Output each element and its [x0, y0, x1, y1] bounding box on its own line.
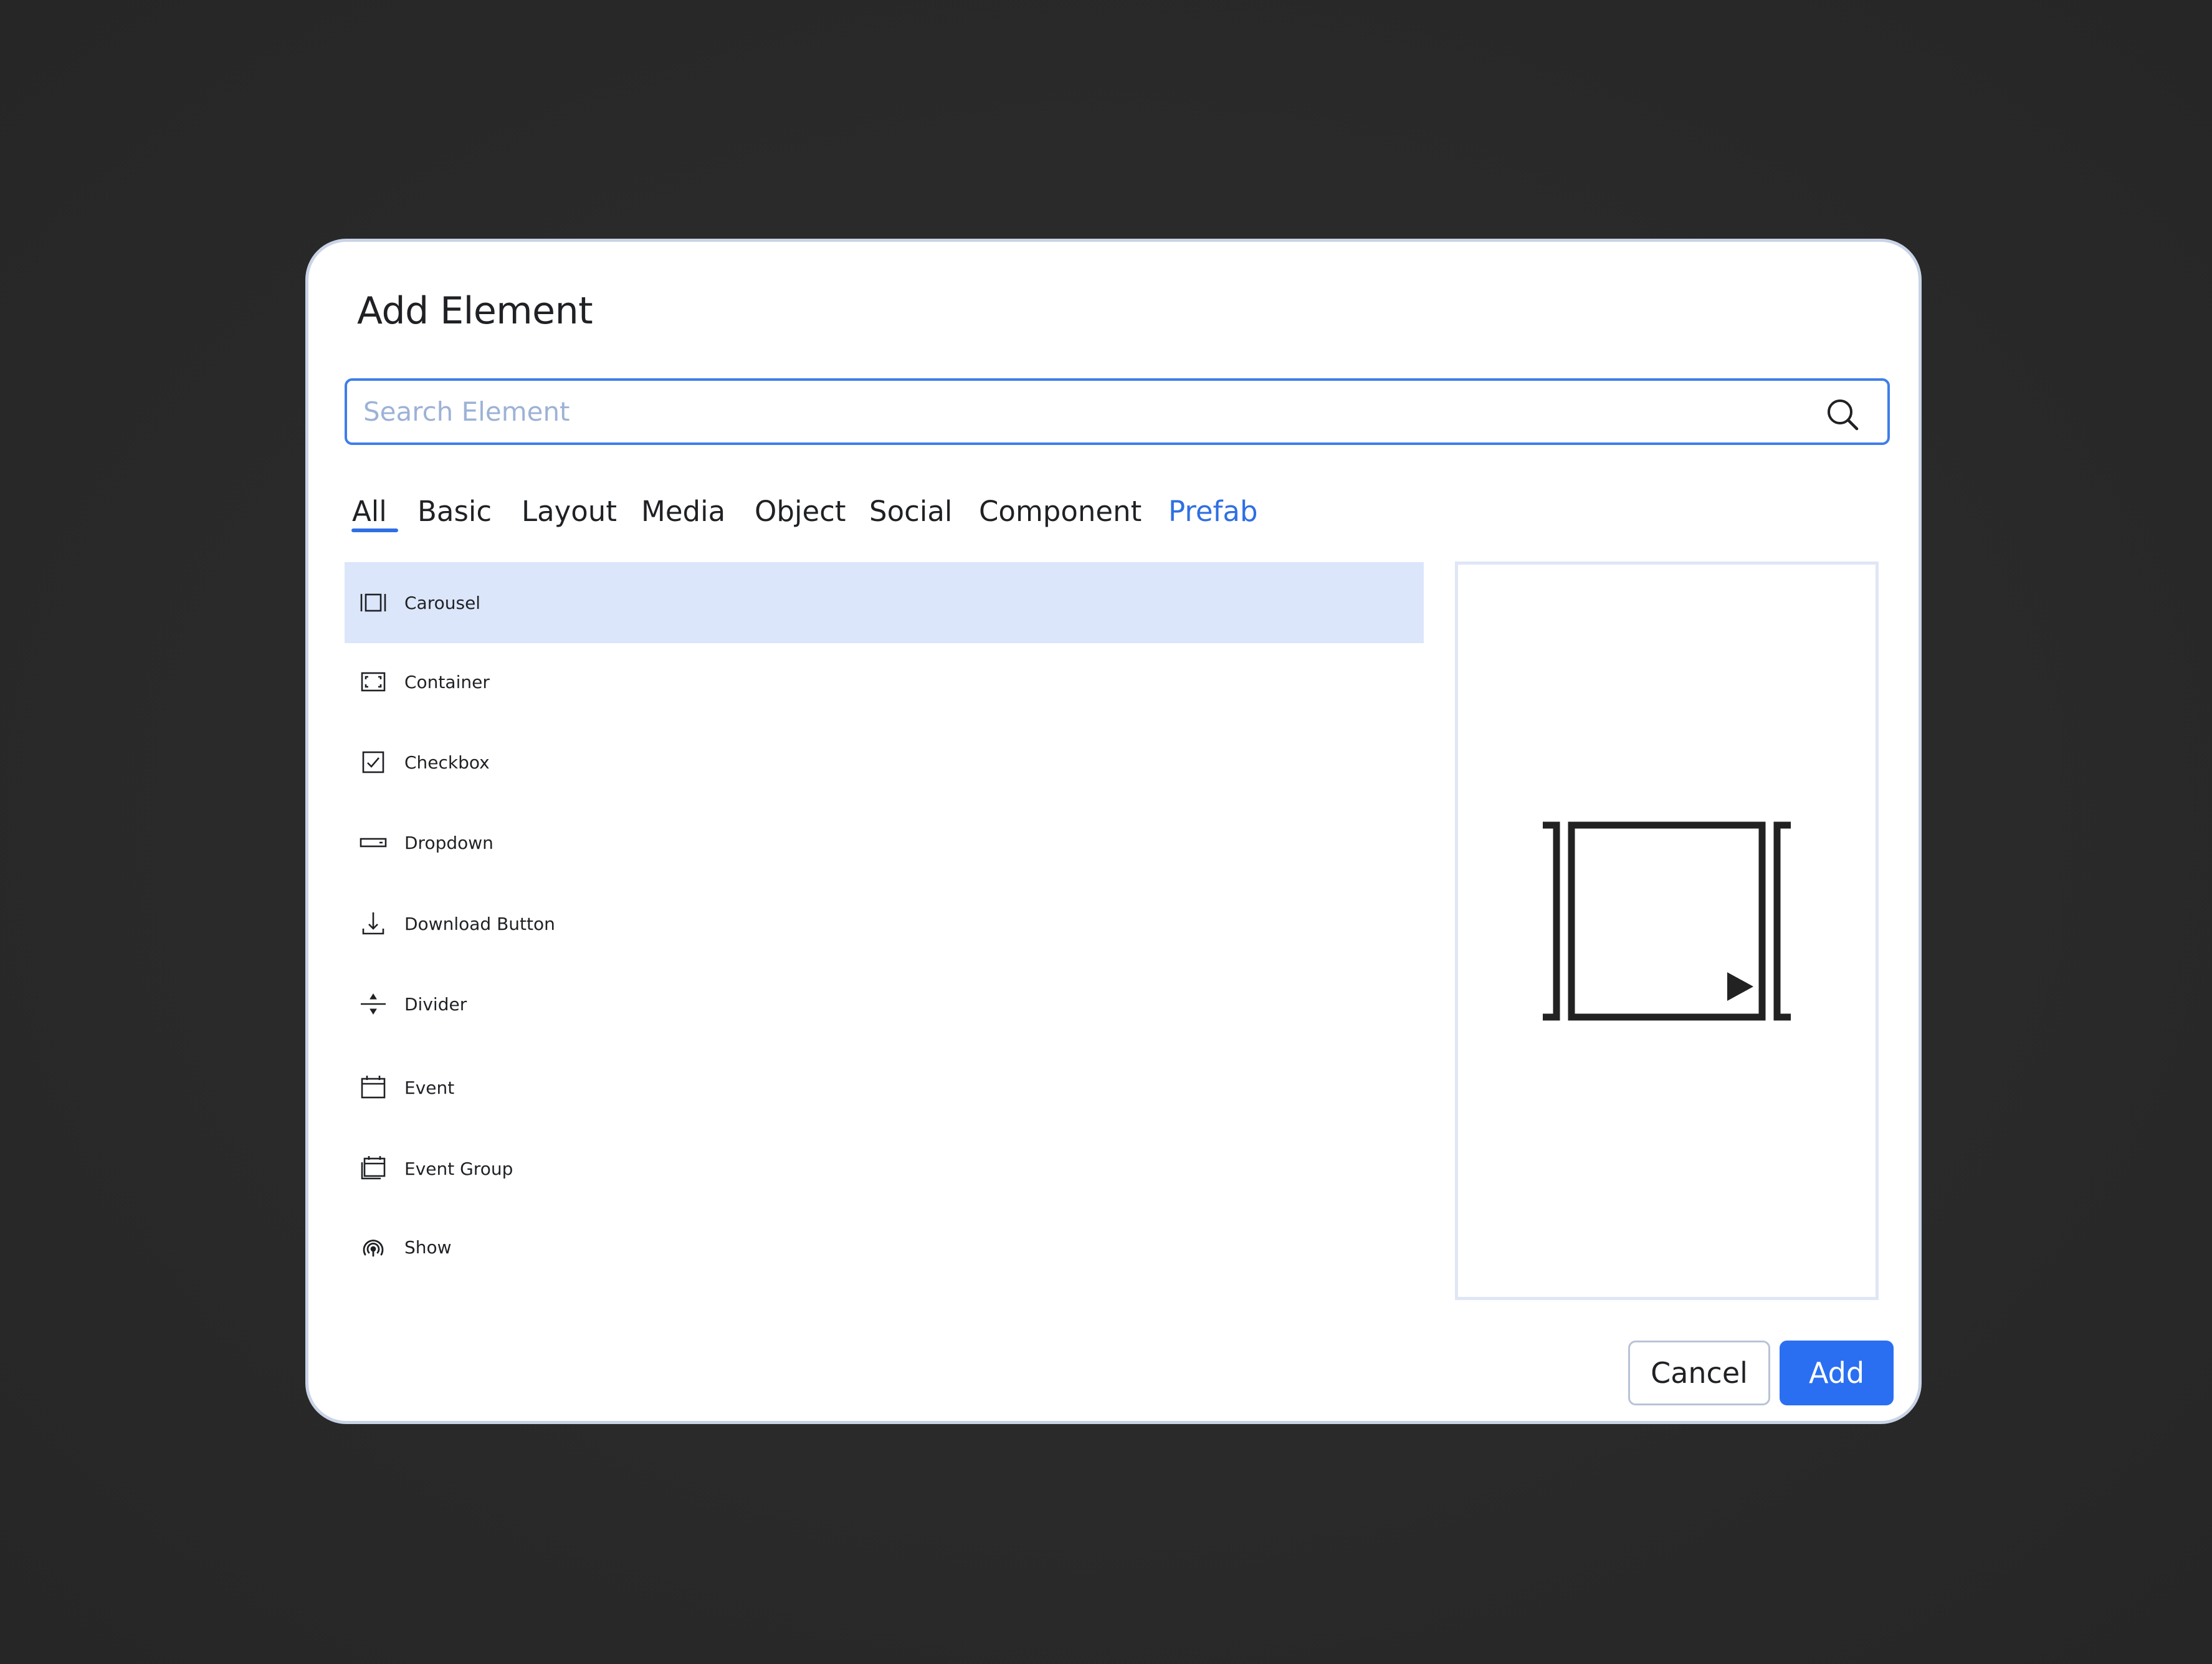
list-item-show[interactable]: Show	[345, 1207, 1424, 1288]
tab-all[interactable]: All	[352, 495, 387, 528]
cancel-button[interactable]: Cancel	[1628, 1341, 1770, 1405]
list-item-container[interactable]: Container	[345, 641, 1424, 722]
list-item-label: Dropdown	[404, 832, 493, 853]
list-item-divider[interactable]: Divider	[345, 963, 1424, 1045]
element-preview	[1455, 562, 1879, 1300]
tab-object[interactable]: Object	[755, 495, 846, 528]
element-list: Carousel Container Checkbox Dropdown Dow…	[345, 562, 1424, 1285]
list-item-event-group[interactable]: Event Group	[345, 1128, 1424, 1209]
carousel-icon	[358, 588, 388, 618]
calendar-icon	[358, 1073, 388, 1102]
list-item-label: Event Group	[404, 1158, 513, 1179]
list-item-label: Event	[404, 1077, 455, 1098]
divider-icon	[358, 989, 388, 1019]
list-item-carousel[interactable]: Carousel	[345, 562, 1424, 643]
search-box	[345, 378, 1890, 445]
container-icon	[358, 667, 388, 697]
add-button[interactable]: Add	[1780, 1341, 1894, 1405]
search-icon[interactable]	[1825, 397, 1860, 432]
tab-basic[interactable]: Basic	[417, 495, 492, 528]
list-item-checkbox[interactable]: Checkbox	[345, 722, 1424, 803]
dialog-title: Add Element	[357, 289, 593, 333]
list-item-label: Checkbox	[404, 752, 490, 773]
tab-media[interactable]: Media	[641, 495, 725, 528]
broadcast-icon	[358, 1232, 388, 1262]
list-item-label: Download Button	[404, 913, 555, 934]
list-item-label: Divider	[404, 993, 467, 1015]
tab-layout[interactable]: Layout	[522, 495, 617, 528]
dropdown-icon	[358, 828, 388, 858]
list-item-event[interactable]: Event	[345, 1047, 1424, 1128]
list-item-dropdown[interactable]: Dropdown	[345, 802, 1424, 883]
checkbox-icon	[358, 747, 388, 777]
tab-social[interactable]: Social	[869, 495, 952, 528]
carousel-icon	[1543, 821, 1791, 1021]
tab-prefab[interactable]: Prefab	[1168, 495, 1258, 528]
download-icon	[358, 909, 388, 939]
tab-component[interactable]: Component	[979, 495, 1142, 528]
list-item-download-button[interactable]: Download Button	[345, 883, 1424, 964]
list-item-label: Carousel	[404, 592, 481, 613]
add-element-dialog: Add Element All Basic Layout Media Objec…	[305, 239, 1922, 1424]
active-tab-indicator	[351, 528, 398, 532]
list-item-label: Show	[404, 1236, 452, 1258]
list-item-label: Container	[404, 671, 490, 692]
search-input[interactable]	[363, 396, 1796, 427]
calendar-group-icon	[358, 1154, 388, 1183]
